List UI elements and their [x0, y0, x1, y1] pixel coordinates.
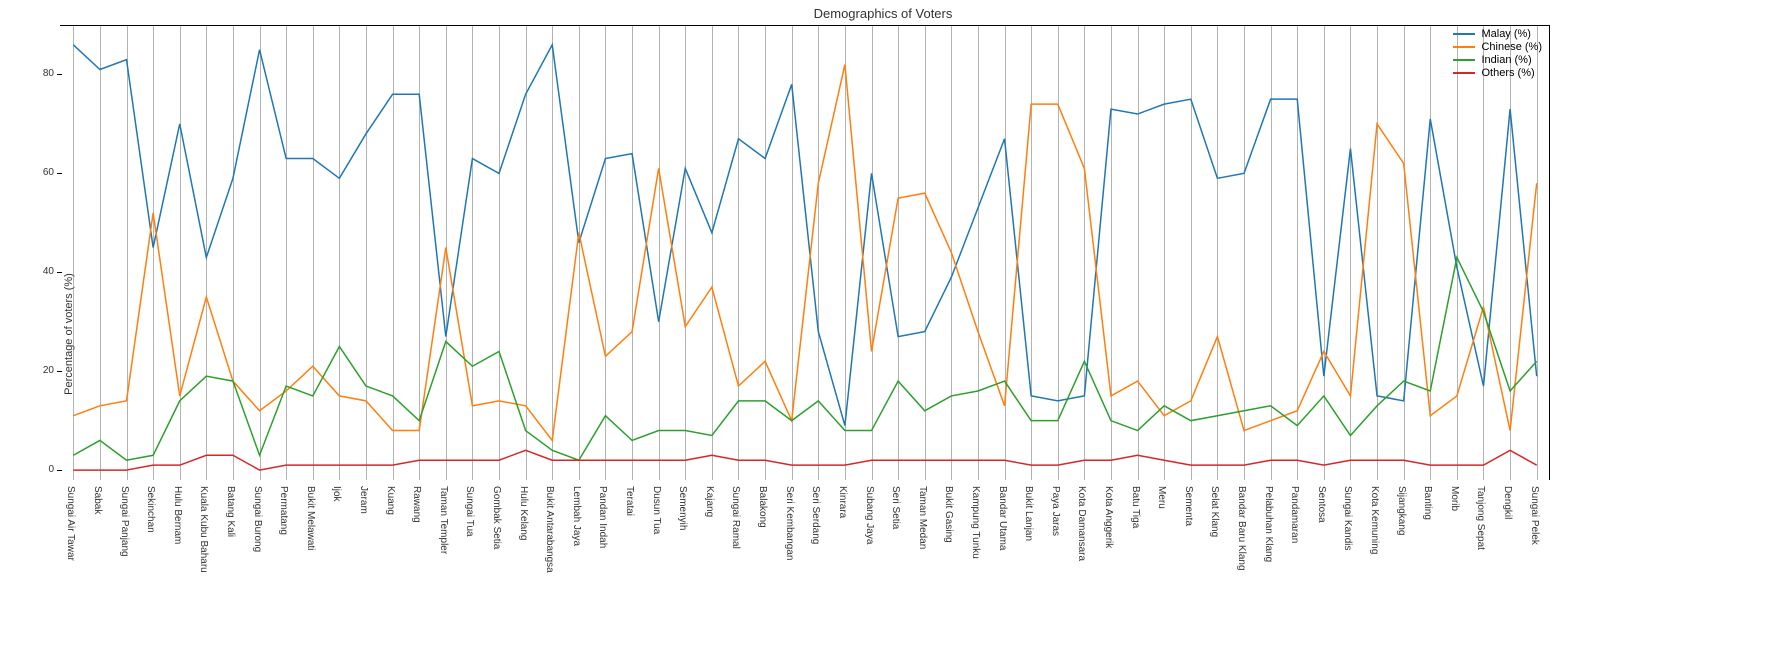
ytick: 20	[30, 365, 54, 376]
xtick: Hulu Kelang	[518, 486, 529, 540]
xtick: Morib	[1449, 486, 1460, 511]
chart-title: Demographics of Voters	[814, 6, 953, 21]
xtick: Bandar Baru Klang	[1236, 486, 1247, 571]
series-line	[73, 450, 1536, 470]
legend-swatch	[1453, 59, 1475, 61]
xtick: Bandar Utama	[997, 486, 1008, 550]
legend-label: Chinese (%)	[1481, 41, 1542, 53]
xtick: Sungai Kandis	[1342, 486, 1353, 551]
legend-swatch	[1453, 33, 1475, 35]
xtick: Sungai Pelek	[1529, 486, 1540, 545]
xtick: Bukit Lanjan	[1023, 486, 1034, 541]
xtick: Pandan Indah	[597, 486, 608, 548]
xtick: Balakong	[757, 486, 768, 528]
xtick: Dusun Tua	[651, 486, 662, 534]
xtick: Ijok	[331, 486, 342, 502]
xtick: Rawang	[411, 486, 422, 523]
xtick: Batu Tiga	[1130, 486, 1141, 528]
chart-lines	[60, 25, 1550, 480]
xtick: Pandamaran	[1289, 486, 1300, 543]
xtick: Gombak Setia	[491, 486, 502, 549]
legend-item: Chinese (%)	[1453, 41, 1542, 53]
xtick: Kuang	[385, 486, 396, 515]
xtick: Paya Jaras	[1050, 486, 1061, 536]
series-line	[73, 257, 1536, 460]
xtick: Sijangkang	[1396, 486, 1407, 535]
xtick: Pelabuhan Klang	[1263, 486, 1274, 562]
xtick: Jeram	[358, 486, 369, 514]
xtick: Hulu Bernam	[172, 486, 183, 544]
xtick: Taman Templer	[438, 486, 449, 554]
xtick: Kampung Tunku	[970, 486, 981, 559]
xtick: Kota Damansara	[1076, 486, 1087, 561]
xtick: Seri Kembangan	[784, 486, 795, 561]
xtick: Kinrara	[837, 486, 848, 518]
ytick: 40	[30, 266, 54, 277]
xtick: Selat Klang	[1209, 486, 1220, 537]
xtick: Bukit Melawati	[305, 486, 316, 550]
xtick: Bukit Antarabangsa	[544, 486, 555, 573]
ytick: 80	[30, 68, 54, 79]
xtick: Kajang	[704, 486, 715, 517]
legend-swatch	[1453, 72, 1475, 74]
ytick: 0	[30, 464, 54, 475]
xtick: Bukit Gasing	[943, 486, 954, 543]
xtick: Sungai Tua	[464, 486, 475, 537]
xtick: Taman Medan	[917, 486, 928, 549]
series-line	[73, 45, 1536, 426]
xtick: Batang Kali	[225, 486, 236, 537]
xtick: Sabak	[92, 486, 103, 514]
xtick: Kota Anggerik	[1103, 486, 1114, 548]
xtick: Sungai Air Tawar	[65, 486, 76, 561]
xtick: Subang Jaya	[864, 486, 875, 544]
ytick: 60	[30, 167, 54, 178]
xtick: Lembah Jaya	[571, 486, 582, 546]
xtick: Seri Serdang	[810, 486, 821, 544]
xtick: Permatang	[278, 486, 289, 535]
legend: Malay (%)Chinese (%)Indian (%)Others (%)	[1453, 28, 1542, 80]
chart-container: Demographics of Voters Percentage of vot…	[0, 0, 1766, 667]
xtick: Sentosa	[1316, 486, 1327, 523]
xtick: Sekinchan	[145, 486, 156, 533]
xtick: Kuala Kubu Baharu	[198, 486, 209, 573]
legend-label: Others (%)	[1481, 67, 1534, 79]
legend-swatch	[1453, 46, 1475, 48]
legend-item: Malay (%)	[1453, 28, 1542, 40]
xtick: Meru	[1156, 486, 1167, 509]
xtick: Sungai Panjang	[119, 486, 130, 557]
xtick: Semenyih	[677, 486, 688, 530]
xtick: Tanjong Sepat	[1475, 486, 1486, 550]
xtick: Banting	[1422, 486, 1433, 520]
xtick: Dengkil	[1502, 486, 1513, 519]
series-line	[73, 65, 1536, 441]
legend-item: Indian (%)	[1453, 54, 1542, 66]
xtick: Seri Setia	[890, 486, 901, 529]
xtick: Sungai Ramal	[730, 486, 741, 549]
xtick: Kota Kemuning	[1369, 486, 1380, 554]
xtick: Sementa	[1183, 486, 1194, 526]
xtick: Teratai	[624, 486, 635, 516]
legend-label: Indian (%)	[1481, 54, 1531, 66]
xtick: Sungai Burong	[252, 486, 263, 552]
legend-item: Others (%)	[1453, 67, 1542, 79]
legend-label: Malay (%)	[1481, 28, 1531, 40]
